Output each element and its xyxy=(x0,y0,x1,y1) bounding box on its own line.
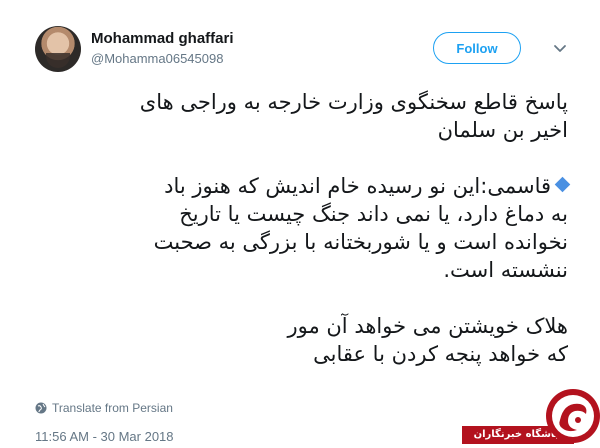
tweet-line-text: قاسمی:این نو رسیده خام اندیش که هنوز باد xyxy=(164,174,551,198)
blue-diamond-icon xyxy=(554,176,571,193)
tweet-header: Mohammad ghaffari @Mohamma06545098 Follo… xyxy=(35,26,575,78)
tweet-line: هلاک خویشتن می خواهد آن مور xyxy=(287,314,568,338)
tweet-line: نخوانده است و یا شوربختانه با بزرگی به ص… xyxy=(153,230,568,254)
tweet-line: قاسمی:این نو رسیده خام اندیش که هنوز باد xyxy=(30,172,571,200)
chevron-down-icon[interactable] xyxy=(550,38,570,58)
globe-icon xyxy=(35,402,47,414)
translate-label[interactable]: Translate from Persian xyxy=(52,401,173,415)
display-name[interactable]: Mohammad ghaffari xyxy=(91,30,234,48)
tweet-line: که خواهد پنجه کردن با عقابی xyxy=(313,342,568,366)
user-handle[interactable]: @Mohamma06545098 xyxy=(91,50,234,68)
watermark-emblem-icon xyxy=(546,389,600,443)
translate-link[interactable]: Translate from Persian xyxy=(35,401,173,415)
tweet-paragraph-quote: قاسمی:این نو رسیده خام اندیش که هنوز باد… xyxy=(30,172,571,284)
tweet-line: ننشسته است. xyxy=(443,258,568,282)
avatar[interactable] xyxy=(35,26,81,72)
tweet-paragraph-headline: پاسخ قاطع سخنگوی وزارت خارجه به وراجی ها… xyxy=(30,88,568,144)
tweet-line: اخیر بن سلمان xyxy=(437,118,568,142)
user-block[interactable]: Mohammad ghaffari @Mohamma06545098 xyxy=(91,30,234,68)
tweet-timestamp[interactable]: 11:56 AM - 30 Mar 2018 xyxy=(35,429,174,444)
tweet-paragraph-poem: هلاک خویشتن می خواهد آن مور که خواهد پنج… xyxy=(30,312,568,368)
follow-button[interactable]: Follow xyxy=(433,32,521,64)
watermark-logo: باشگاه خبرنگاران xyxy=(462,384,600,448)
tweet-text: پاسخ قاطع سخنگوی وزارت خارجه به وراجی ها… xyxy=(30,88,571,396)
tweet-line: به دماغ دارد، یا نمی داند جنگ چیست یا تا… xyxy=(179,202,568,226)
tweet-line: پاسخ قاطع سخنگوی وزارت خارجه به وراجی ها… xyxy=(139,90,568,114)
